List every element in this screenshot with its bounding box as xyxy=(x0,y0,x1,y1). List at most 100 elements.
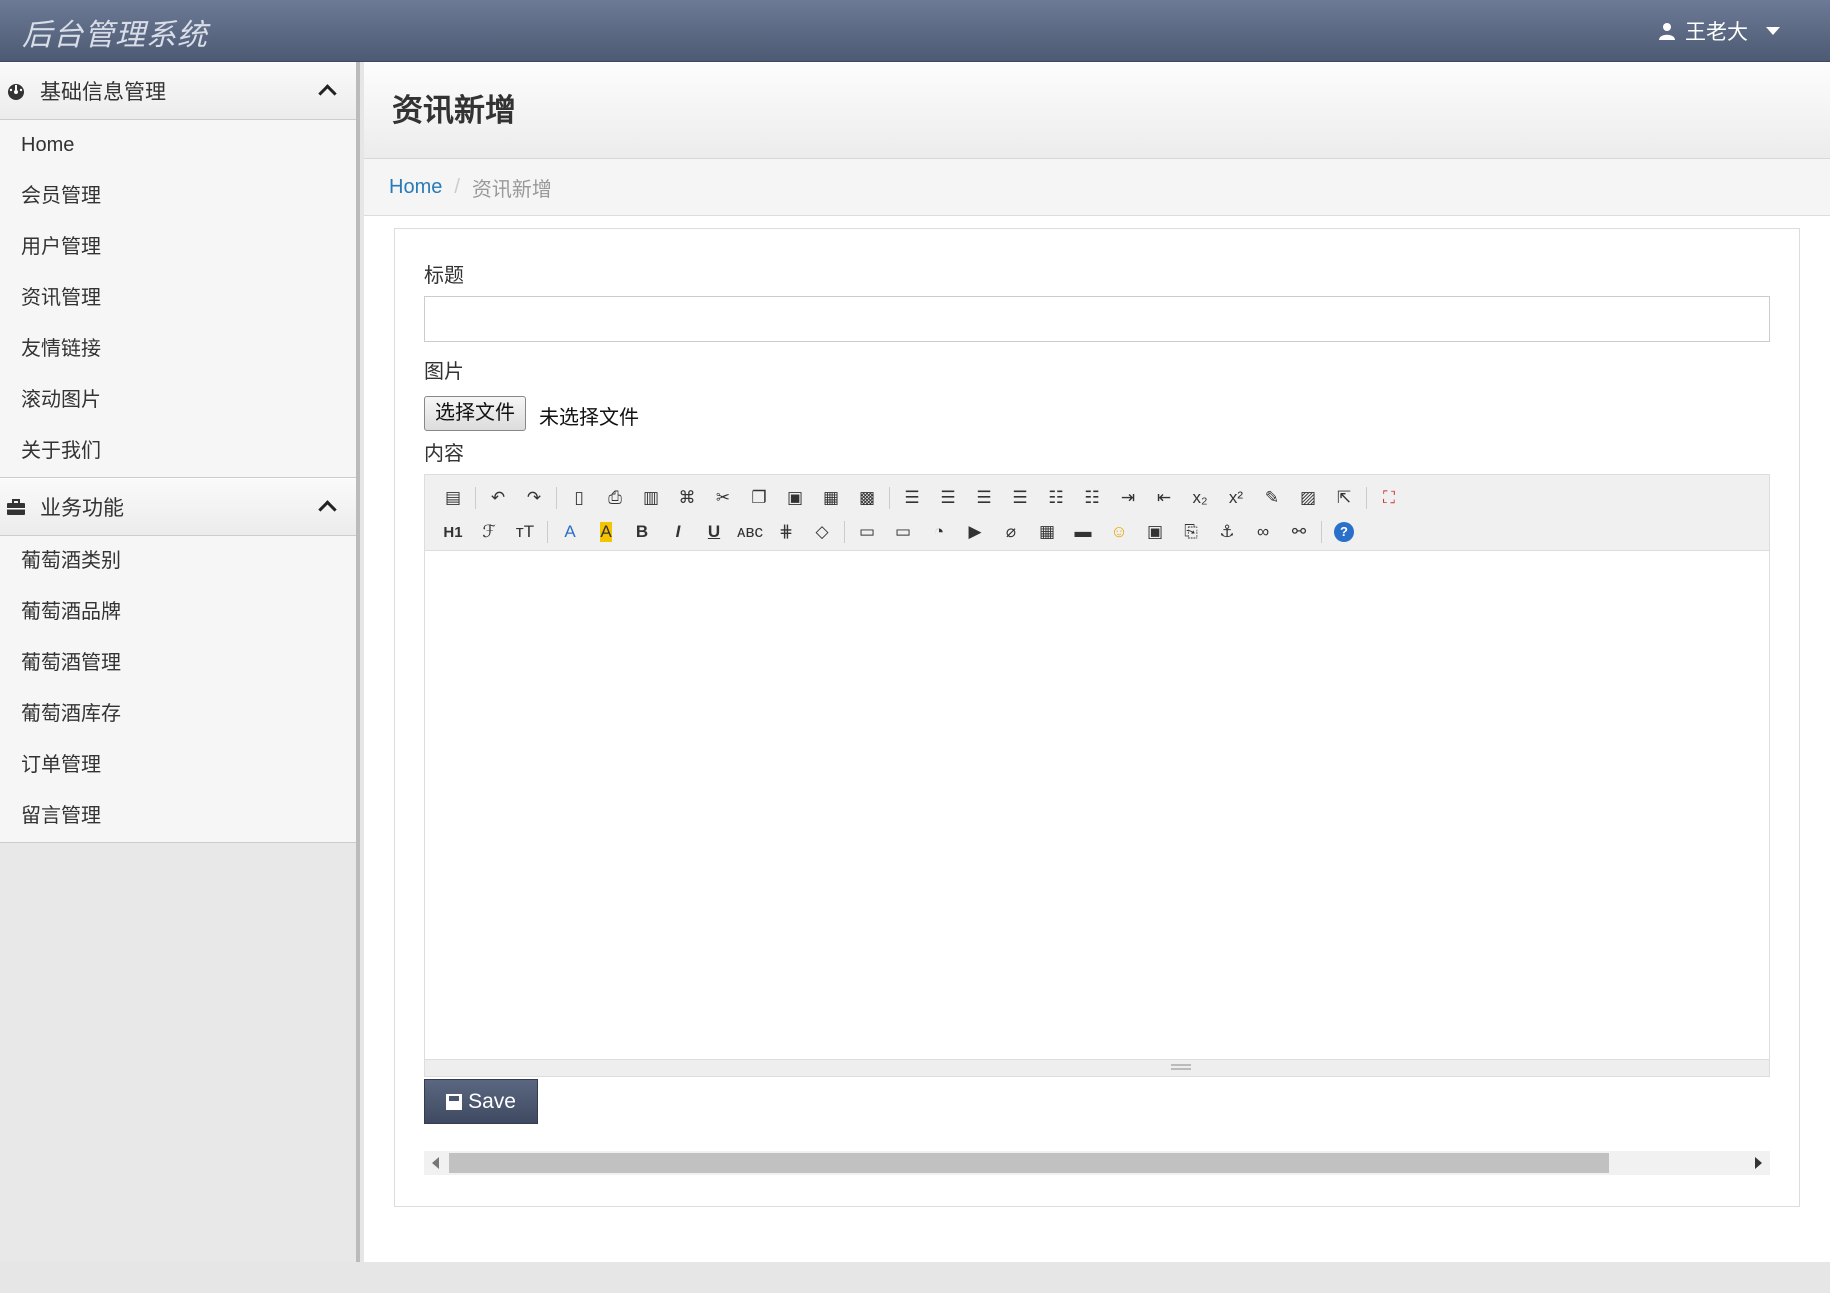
paste-icon[interactable]: ▣ xyxy=(777,483,813,513)
font-family-icon[interactable]: ℱ xyxy=(471,517,507,547)
sidebar-item-wine-brand[interactable]: 葡萄酒品牌 xyxy=(0,587,356,638)
editor-toolbar: ▤ ↶ ↷ ▯ ⎙ ▥ ⌘ ✂ ❐ ▣ ▦ ▩ ☰ ☰ ☰ ☰ ☷ ☷ ⇥ ⇤ x₂ x² ✎ ▨ ⇱ ⛶ H1 ℱᴛT A A B I Uᴀ… xyxy=(425,475,1769,551)
sidebar-item-wine-category[interactable]: 葡萄酒类别 xyxy=(0,536,356,587)
breadcrumb: Home / 资讯新增 xyxy=(364,159,1830,216)
scrollbar-thumb[interactable] xyxy=(449,1153,1609,1173)
resize-grip-icon xyxy=(1171,1064,1191,1070)
media-icon[interactable]: ▶ xyxy=(957,517,993,547)
preview-icon[interactable]: ▯ xyxy=(561,483,597,513)
sidebar-item-wine-manage[interactable]: 葡萄酒管理 xyxy=(0,638,356,689)
strikethrough-icon[interactable]: ᴀʙᴄ xyxy=(732,517,768,547)
breadcrumb-home-link[interactable]: Home xyxy=(389,176,442,199)
chevron-up-icon[interactable] xyxy=(318,84,337,103)
subscript-icon[interactable]: x₂ xyxy=(1182,483,1218,513)
sidebar-item-links[interactable]: 友情链接 xyxy=(0,324,356,375)
underline-icon[interactable]: U xyxy=(696,517,732,547)
sidebar-list-basic: Home 会员管理 用户管理 资讯管理 友情链接 滚动图片 关于我们 xyxy=(0,120,356,478)
toolbar-separator xyxy=(547,521,548,543)
clear-format-icon[interactable]: ✎ xyxy=(1254,483,1290,513)
align-justify-icon[interactable]: ☰ xyxy=(1002,483,1038,513)
sidebar-item-carousel[interactable]: 滚动图片 xyxy=(0,375,356,426)
chevron-up-icon[interactable] xyxy=(318,500,337,519)
form-panel: 标题 图片 选择文件 未选择文件 内容 ▤ ↶ ↷ ▯ ⎙ ▥ ⌘ ✂ ❐ ▣ ▦ ▩ ☰ ☰ ☰ ☰ ☷ ☷ ⇥ ⇤… xyxy=(394,228,1800,1207)
source-icon[interactable]: ▤ xyxy=(435,483,471,513)
italic-icon[interactable]: I xyxy=(660,517,696,547)
align-center-icon[interactable]: ☰ xyxy=(930,483,966,513)
page-title: 资讯新增 xyxy=(392,93,516,128)
align-right-icon[interactable]: ☰ xyxy=(966,483,1002,513)
unordered-list-icon[interactable]: ☷ xyxy=(1074,483,1110,513)
toolbar-separator xyxy=(1366,487,1367,509)
fullscreen-icon[interactable]: ⛶ xyxy=(1371,483,1407,513)
flash-icon[interactable]: ◔ xyxy=(921,517,957,547)
align-left-icon[interactable]: ☰ xyxy=(894,483,930,513)
title-input[interactable] xyxy=(424,296,1770,342)
multi-image-icon[interactable]: ▭ xyxy=(885,517,921,547)
cut-icon[interactable]: ✂ xyxy=(705,483,741,513)
image-label: 图片 xyxy=(424,361,464,383)
help-icon[interactable]: ? xyxy=(1326,517,1362,547)
user-menu[interactable]: 王老大 xyxy=(1659,16,1780,46)
title-label: 标题 xyxy=(424,265,464,287)
link-icon[interactable]: ∞ xyxy=(1245,517,1281,547)
save-button[interactable]: Save xyxy=(424,1079,538,1124)
toolbar-separator xyxy=(475,487,476,509)
unlink-icon[interactable]: ⚯ xyxy=(1281,517,1317,547)
horizontal-scrollbar[interactable] xyxy=(424,1151,1770,1175)
editor-resize-handle[interactable] xyxy=(425,1059,1769,1076)
paste-text-icon[interactable]: ▦ xyxy=(813,483,849,513)
sidebar-item-home[interactable]: Home xyxy=(0,120,356,171)
sidebar-item-orders[interactable]: 订单管理 xyxy=(0,740,356,791)
scroll-left-icon[interactable] xyxy=(432,1157,439,1169)
emoticon-icon[interactable]: ☺ xyxy=(1101,517,1137,547)
bold-icon[interactable]: B xyxy=(624,517,660,547)
print-icon[interactable]: ⎙ xyxy=(597,483,633,513)
superscript-icon[interactable]: x² xyxy=(1218,483,1254,513)
attachment-icon[interactable]: ⌀ xyxy=(993,517,1029,547)
sidebar-item-messages[interactable]: 留言管理 xyxy=(0,791,356,842)
select-icon[interactable]: ⇱ xyxy=(1326,483,1362,513)
undo-icon[interactable]: ↶ xyxy=(480,483,516,513)
breadcrumb-separator: / xyxy=(454,175,460,198)
sidebar-list-business: 葡萄酒类别 葡萄酒品牌 葡萄酒管理 葡萄酒库存 订单管理 留言管理 xyxy=(0,536,356,843)
user-icon xyxy=(1659,23,1675,40)
outdent-icon[interactable]: ⇤ xyxy=(1146,483,1182,513)
scroll-right-icon[interactable] xyxy=(1755,1157,1762,1169)
choose-file-button[interactable]: 选择文件 xyxy=(424,396,526,431)
line-height-icon[interactable]: ⋕ xyxy=(768,517,804,547)
font-color-icon[interactable]: A xyxy=(552,517,588,547)
sidebar-item-news[interactable]: 资讯管理 xyxy=(0,273,356,324)
select-all-icon[interactable]: ▨ xyxy=(1290,483,1326,513)
editor-content-area[interactable] xyxy=(425,551,1769,1059)
indent-icon[interactable]: ⇥ xyxy=(1110,483,1146,513)
ordered-list-icon[interactable]: ☷ xyxy=(1038,483,1074,513)
file-status: 未选择文件 xyxy=(539,407,639,429)
sidebar-group-basic[interactable]: 基础信息管理 xyxy=(0,62,356,120)
image-icon[interactable]: ▭ xyxy=(849,517,885,547)
table-icon[interactable]: ▦ xyxy=(1029,517,1065,547)
sidebar-item-about[interactable]: 关于我们 xyxy=(0,426,356,477)
template-icon[interactable]: ▥ xyxy=(633,483,669,513)
hr-icon[interactable]: ▬ xyxy=(1065,517,1101,547)
baidu-map-icon[interactable]: ▣ xyxy=(1137,517,1173,547)
highlight-icon[interactable]: A xyxy=(588,517,624,547)
briefcase-icon xyxy=(7,499,25,515)
heading-icon[interactable]: H1 xyxy=(435,517,471,547)
sidebar-item-wine-stock[interactable]: 葡萄酒库存 xyxy=(0,689,356,740)
sidebar-item-members[interactable]: 会员管理 xyxy=(0,171,356,222)
sidebar-group-title: 业务功能 xyxy=(40,497,124,520)
sidebar-group-business[interactable]: 业务功能 xyxy=(0,478,356,536)
eraser-icon[interactable]: ◇ xyxy=(804,517,840,547)
pagebreak-icon[interactable]: ⎘ xyxy=(1173,517,1209,547)
anchor-icon[interactable]: ⚓ xyxy=(1209,517,1245,547)
paste-word-icon[interactable]: ▩ xyxy=(849,483,885,513)
code-icon[interactable]: ⌘ xyxy=(669,483,705,513)
page-header: 资讯新增 xyxy=(364,62,1830,159)
redo-icon[interactable]: ↷ xyxy=(516,483,552,513)
dashboard-icon xyxy=(8,84,24,100)
sidebar-item-users[interactable]: 用户管理 xyxy=(0,222,356,273)
font-size-icon[interactable]: ᴛT xyxy=(507,517,543,547)
app-brand[interactable]: 后台管理系统 xyxy=(22,10,208,54)
editor-toolbar-row-2: H1 ℱᴛT A A B I Uᴀʙᴄ ⋕ ◇ ▭ ▭ ◔ ▶ ⌀ ▦ ▬ ☺ ▣ ⎘ ⚓ ∞ ⚯? xyxy=(435,515,1759,549)
copy-icon[interactable]: ❐ xyxy=(741,483,777,513)
